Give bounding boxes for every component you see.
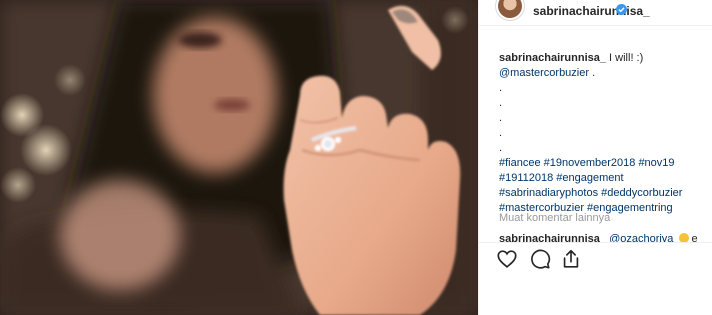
caption-dot: . bbox=[499, 112, 503, 124]
caption-username[interactable]: sabrinachairunnisa_ bbox=[499, 52, 606, 64]
post-header: sabrinachairunnisa_ bbox=[479, 0, 712, 26]
caption-dot: . bbox=[499, 82, 503, 94]
caption-mention-suffix: . bbox=[589, 67, 596, 79]
comment-username[interactable]: sabrinachairunnisa_ bbox=[499, 233, 606, 242]
comment-icon[interactable] bbox=[529, 248, 551, 270]
share-icon[interactable] bbox=[560, 248, 582, 270]
comment-mention[interactable]: @ozachoriya bbox=[609, 233, 673, 242]
caption-dot: . bbox=[499, 127, 503, 139]
photo-illustration bbox=[0, 0, 478, 315]
caption-text: I will! :) bbox=[606, 52, 644, 64]
verified-badge-icon bbox=[616, 4, 627, 15]
load-more-comments-button[interactable]: Muat komentar lainnya bbox=[499, 212, 610, 224]
hashtags-line[interactable]: #19112018 #engagement bbox=[499, 171, 705, 186]
post-actions-bar bbox=[479, 242, 712, 272]
caption: sabrinachairunnisa_ I will! :) @masterco… bbox=[499, 51, 705, 216]
hashtags-line[interactable]: #sabrinadiaryphotos #deddycorbuzier bbox=[499, 186, 705, 201]
caption-dots: . . . . . bbox=[499, 81, 705, 156]
heart-icon[interactable] bbox=[496, 248, 518, 270]
comment-row: sabrinachairunnisa_ @ozachoriya e bbox=[499, 232, 709, 242]
avatar[interactable] bbox=[498, 0, 522, 18]
caption-dot: . bbox=[499, 97, 503, 109]
smile-emoji-icon bbox=[678, 233, 689, 242]
post-details-panel: sabrinachairunnisa_ sabrinachairunnisa_ … bbox=[478, 0, 712, 315]
hashtags-line[interactable]: #fiancee #19november2018 #nov19 bbox=[499, 156, 705, 171]
caption-dot: . bbox=[499, 142, 503, 154]
caption-mention[interactable]: @mastercorbuzier bbox=[499, 67, 589, 79]
header-username[interactable]: sabrinachairunnisa_ bbox=[533, 4, 650, 18]
post-photo[interactable] bbox=[0, 0, 478, 315]
comment-tail: e bbox=[688, 233, 698, 242]
